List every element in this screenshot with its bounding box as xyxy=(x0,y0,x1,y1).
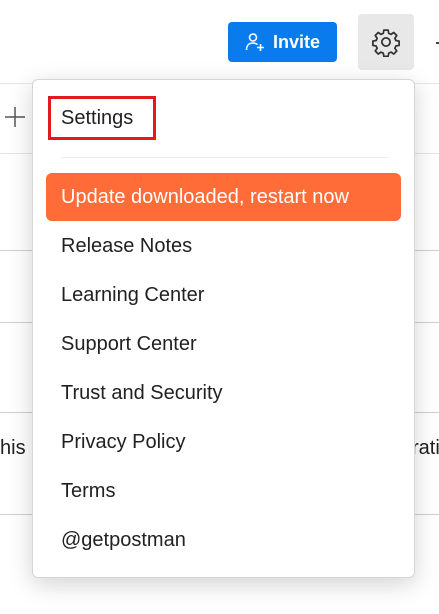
menu-item-settings[interactable]: Settings xyxy=(61,101,133,135)
invite-button-label: Invite xyxy=(272,31,320,52)
menu-item-trust-security[interactable]: Trust and Security xyxy=(61,376,223,410)
invite-button[interactable]: Invite xyxy=(228,22,337,62)
add-user-icon xyxy=(245,33,264,51)
background-text-right: rati xyxy=(412,437,439,459)
update-restart-button[interactable]: Update downloaded, restart now xyxy=(46,173,401,221)
menu-item-support-center[interactable]: Support Center xyxy=(61,327,197,361)
settings-gear-button[interactable] xyxy=(358,14,414,70)
background-text-left: his xyxy=(0,437,26,459)
gear-icon xyxy=(372,29,400,57)
menu-divider xyxy=(61,157,388,158)
help-settings-menu: Settings Update downloaded, restart now … xyxy=(32,79,415,578)
top-bar: Invite xyxy=(0,0,439,84)
app-window: Invite his rati Settings Update download… xyxy=(0,0,439,614)
menu-item-learning-center[interactable]: Learning Center xyxy=(61,278,204,312)
plus-icon[interactable] xyxy=(4,106,26,128)
menu-item-privacy-policy[interactable]: Privacy Policy xyxy=(61,425,185,459)
menu-item-getpostman[interactable]: @getpostman xyxy=(61,523,186,557)
menu-item-terms[interactable]: Terms xyxy=(61,474,115,508)
menu-item-release-notes[interactable]: Release Notes xyxy=(61,229,192,263)
